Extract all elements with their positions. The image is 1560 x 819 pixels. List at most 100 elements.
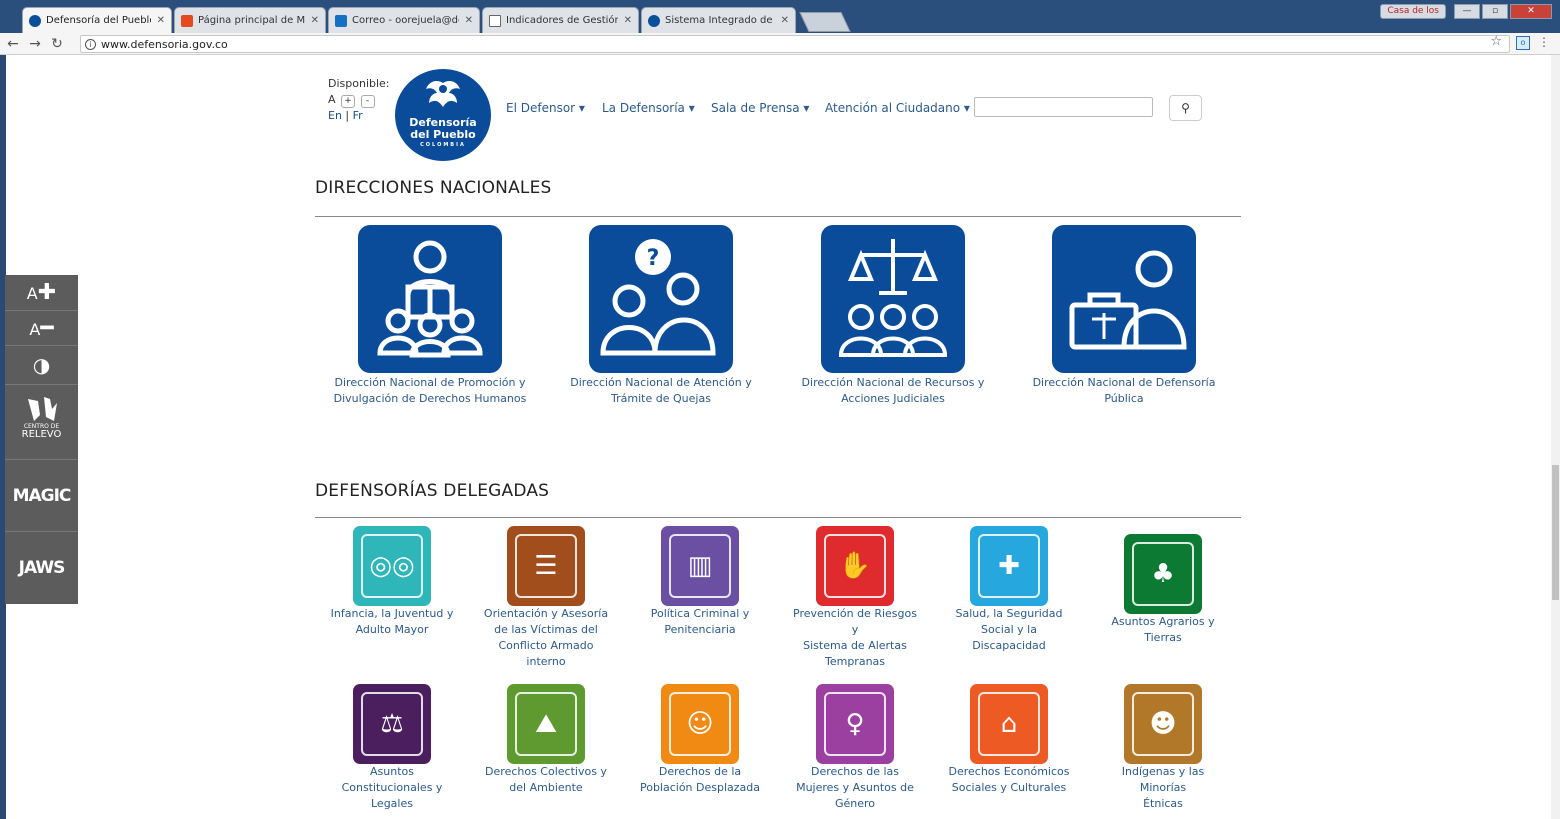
maximize-button[interactable]: ▫	[1482, 4, 1508, 19]
direccion-caption-line1: Dirección Nacional de Promoción y	[334, 376, 526, 389]
decrease-font-button[interactable]: A━	[5, 311, 78, 346]
contrast-button[interactable]: ◑	[5, 346, 78, 385]
delegada-caption-line: Conflicto Armado	[498, 639, 594, 652]
logo-text-line3: COLOMBIA	[420, 142, 466, 148]
nav-la-defensoria[interactable]: La Defensoría ▾	[602, 101, 695, 115]
delegada-infancia-juventud-link[interactable]: ◎◎ Infancia, la Juventud y Adulto Mayor	[327, 526, 457, 638]
scales-people-icon	[838, 239, 948, 357]
magic-button[interactable]: MAGIC	[5, 460, 78, 532]
delegada-caption-line: Adulto Mayor	[355, 623, 429, 636]
delegada-derechos-economicos-tile: ⌂	[970, 684, 1048, 764]
direccion-recursos-link[interactable]: Dirección Nacional de Recursos y Accione…	[793, 225, 993, 407]
delegada-caption-line: Asuntos	[370, 765, 414, 778]
delegada-caption-line: Mujeres y Asuntos de	[796, 781, 914, 794]
close-tab-icon[interactable]: ✕	[311, 15, 319, 26]
delegada-asuntos-agrarios-link[interactable]: ♣ Asuntos Agrarios y Tierras	[1098, 534, 1228, 646]
tab-title: Correo - oorejuela@defe	[352, 15, 459, 26]
delegada-pictogram-icon: ☰	[515, 534, 577, 598]
delegada-salud-discapacidad-tile: ✚	[970, 526, 1048, 606]
browser-tab-bar: Defensoría del Pueblo ✕ Página principal…	[0, 0, 1560, 33]
defensoria-favicon-icon	[648, 14, 660, 27]
delegada-caption-line: Tierras	[1144, 631, 1182, 644]
direccion-caption-line2: Divulgación de Derechos Humanos	[333, 392, 527, 405]
dove-icon	[426, 81, 460, 107]
close-tab-icon[interactable]: ✕	[157, 15, 165, 26]
logo-text-line2: del Pueblo	[410, 128, 476, 141]
delegada-caption-line: Infancia, la Juventud y	[330, 607, 454, 620]
delegada-caption-line: Constitucionales y	[341, 781, 443, 794]
back-arrow-icon[interactable]: ←	[4, 36, 22, 52]
increase-font-button[interactable]: A✚	[5, 275, 78, 311]
tab-title: Sistema Integrado de Ge	[665, 15, 775, 26]
section-title-delegadas: DEFENSORÍAS DELEGADAS	[315, 481, 550, 501]
close-tab-icon[interactable]: ✕	[624, 15, 632, 26]
scrollbar-thumb[interactable]	[1552, 465, 1559, 600]
lang-en-link[interactable]: En	[328, 109, 342, 122]
delegada-derechos-colectivos-link[interactable]: ⛰ Derechos Colectivos y del Ambiente	[481, 684, 611, 796]
delegada-victimas-conflicto-link[interactable]: ☰ Orientación y Asesoría de las Víctimas d…	[481, 526, 611, 670]
delegada-mujeres-genero-link[interactable]: ♀ Derechos de las Mujeres y Asuntos de Géne…	[790, 684, 920, 812]
bookmark-star-icon[interactable]: ☆	[1490, 34, 1502, 49]
delegada-derechos-economicos-link[interactable]: ⌂ Derechos Económicos Sociales y Culturale…	[944, 684, 1074, 796]
defensoria-logo[interactable]: Defensoría del Pueblo COLOMBIA	[395, 69, 491, 161]
browser-window: { "browser": { "tabs": [ {"title": "Defe…	[0, 0, 1560, 819]
close-tab-icon[interactable]: ✕	[465, 15, 473, 26]
search-button[interactable]: ⚲	[1169, 95, 1202, 121]
centro-relevo-button[interactable]: CENTRO DE RELEVO	[5, 385, 78, 460]
relevo-label: RELEVO	[21, 429, 62, 440]
direccion-caption-line1: Dirección Nacional de Atención y	[570, 376, 752, 389]
accessibility-sidebar: A✚ A━ ◑ CENTRO DE RELEVO MAGIC JAWS	[5, 275, 78, 604]
delegada-pictogram-icon: ☻	[1132, 692, 1194, 756]
delegada-salud-discapacidad-link[interactable]: ✚ Salud, la Seguridad Social y la Discapac…	[944, 526, 1074, 654]
lang-fr-link[interactable]: Fr	[353, 109, 363, 122]
nav-sala-de-prensa[interactable]: Sala de Prensa ▾	[711, 101, 809, 115]
delegada-politica-criminal-tile: ▥	[661, 526, 739, 606]
delegada-asuntos-constitucionales-tile: ⚖	[353, 684, 431, 764]
browser-tab[interactable]: Defensoría del Pueblo ✕	[22, 7, 172, 33]
browser-tab[interactable]: Sistema Integrado de Ge ✕	[641, 7, 796, 33]
jaws-button[interactable]: JAWS	[5, 532, 78, 604]
nav-atencion-ciudadano[interactable]: Atención al Ciudadano ▾	[825, 101, 970, 115]
delegada-caption-line: Género	[834, 797, 876, 810]
delegada-asuntos-constitucionales-link[interactable]: ⚖ Asuntos Constitucionales y Legales	[327, 684, 457, 812]
forward-arrow-icon[interactable]: →	[26, 36, 44, 52]
delegada-caption-line: Derechos de la	[658, 765, 742, 778]
delegada-indigenas-minorias-link[interactable]: ☻ Indígenas y las Minorías Étnicas	[1098, 684, 1228, 812]
reload-icon[interactable]: ↻	[48, 36, 66, 52]
delegada-caption-line: Tempranas	[824, 655, 886, 668]
font-increase-button[interactable]: +	[341, 95, 356, 108]
browser-tab[interactable]: Indicadores de Gestión - ✕	[482, 7, 639, 33]
browser-tab[interactable]: Correo - oorejuela@defe ✕	[328, 7, 480, 33]
delegada-caption-line: Sociales y Culturales	[951, 781, 1067, 794]
search-input[interactable]	[974, 97, 1153, 117]
nav-el-defensor[interactable]: El Defensor ▾	[506, 101, 585, 115]
extension-icon[interactable]: o	[1516, 36, 1530, 50]
decrease-font-label: A	[29, 320, 41, 339]
direccion-atencion-tile: ?	[589, 225, 733, 373]
profile-button[interactable]: Casa de los	[1380, 4, 1446, 19]
close-window-button[interactable]: ✕	[1510, 4, 1552, 19]
delegada-caption-line: Sistema de Alertas	[803, 639, 907, 652]
font-decrease-button[interactable]: -	[360, 95, 375, 108]
delegada-poblacion-desplazada-link[interactable]: ☺ Derechos de la Población Desplazada	[635, 684, 765, 796]
direccion-atencion-link[interactable]: ? Dirección Nacional de Atención y Trámi…	[561, 225, 761, 407]
direccion-defensoria-publica-link[interactable]: Dirección Nacional de Defensoría Pública	[1024, 225, 1224, 407]
close-tab-icon[interactable]: ✕	[781, 15, 789, 26]
direccion-promocion-link[interactable]: Dirección Nacional de Promoción y Divulg…	[330, 225, 530, 407]
direccion-recursos-tile	[821, 225, 965, 373]
delegada-prevencion-riesgos-link[interactable]: ✋ Prevención de Riesgos y Sistema de Alert…	[790, 526, 920, 670]
info-icon[interactable]: i	[85, 38, 96, 50]
new-tab-button[interactable]	[799, 12, 851, 32]
delegada-indigenas-minorias-tile: ☻	[1124, 684, 1202, 764]
delegada-politica-criminal-link[interactable]: ▥ Política Criminal y Penitenciaria	[635, 526, 765, 638]
address-bar[interactable]: i www.defensoria.gov.co	[80, 35, 1510, 53]
minimize-button[interactable]: —	[1454, 4, 1480, 19]
hands-icon	[27, 397, 57, 421]
delegada-mujeres-genero-tile: ♀	[816, 684, 894, 764]
vertical-scrollbar[interactable]	[1551, 55, 1560, 819]
menu-kebab-icon[interactable]: ⋮	[1538, 35, 1550, 49]
delegada-caption-line: Étnicas	[1143, 797, 1183, 810]
delegada-caption-line: Indígenas y las Minorías	[1121, 765, 1205, 794]
browser-tab[interactable]: Página principal de Micr ✕	[174, 7, 326, 33]
document-icon	[489, 14, 501, 27]
